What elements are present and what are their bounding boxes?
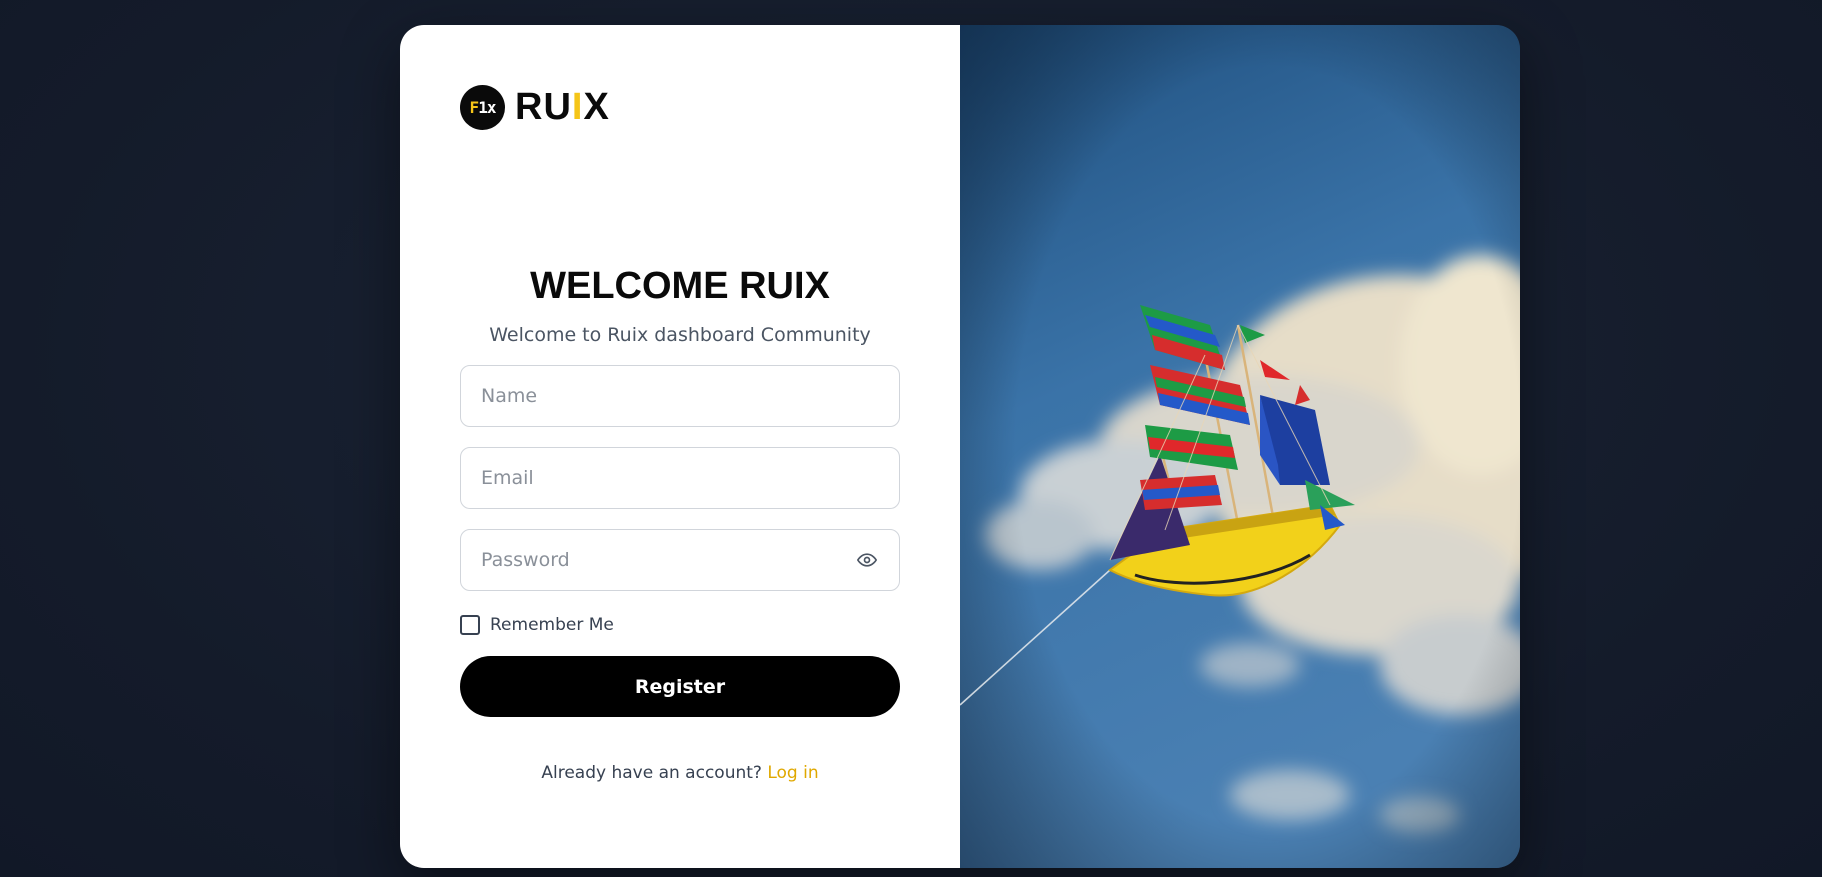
password-field[interactable] [460, 529, 900, 591]
brand-name-suffix: X [583, 86, 610, 128]
auth-card: F 1x RUIX WELCOME RUIX Welcome to Ruix da… [400, 25, 1520, 868]
email-input[interactable] [481, 467, 879, 489]
hero-image [960, 25, 1520, 868]
register-panel: F 1x RUIX WELCOME RUIX Welcome to Ruix da… [400, 25, 960, 868]
ship-kite-illustration [960, 25, 1520, 868]
remember-me-label: Remember Me [490, 615, 614, 635]
page-background: F 1x RUIX WELCOME RUIX Welcome to Ruix da… [0, 0, 1822, 877]
logo-badge-suffix: 1x [478, 98, 496, 117]
login-prompt-text: Already have an account? [541, 763, 762, 783]
eye-icon[interactable] [855, 548, 879, 572]
name-input[interactable] [481, 385, 879, 407]
page-subtitle: Welcome to Ruix dashboard Community [489, 324, 871, 346]
register-button[interactable]: Register [460, 656, 900, 717]
email-field[interactable] [460, 447, 900, 509]
login-link[interactable]: Log in [767, 763, 818, 783]
brand-logo[interactable]: F 1x RUIX [460, 85, 610, 130]
brand-name-prefix: RU [515, 86, 572, 128]
login-prompt: Already have an account? Log in [400, 763, 960, 783]
brand-name: RUIX [515, 86, 610, 129]
logo-badge-letter: F [469, 98, 480, 117]
brand-name-accent: I [571, 86, 584, 128]
remember-me-checkbox[interactable] [460, 615, 480, 635]
remember-me[interactable]: Remember Me [460, 615, 614, 635]
logo-badge-icon: F 1x [460, 85, 505, 130]
page-title: WELCOME RUIX [530, 265, 830, 307]
name-field[interactable] [460, 365, 900, 427]
password-input[interactable] [481, 549, 855, 571]
